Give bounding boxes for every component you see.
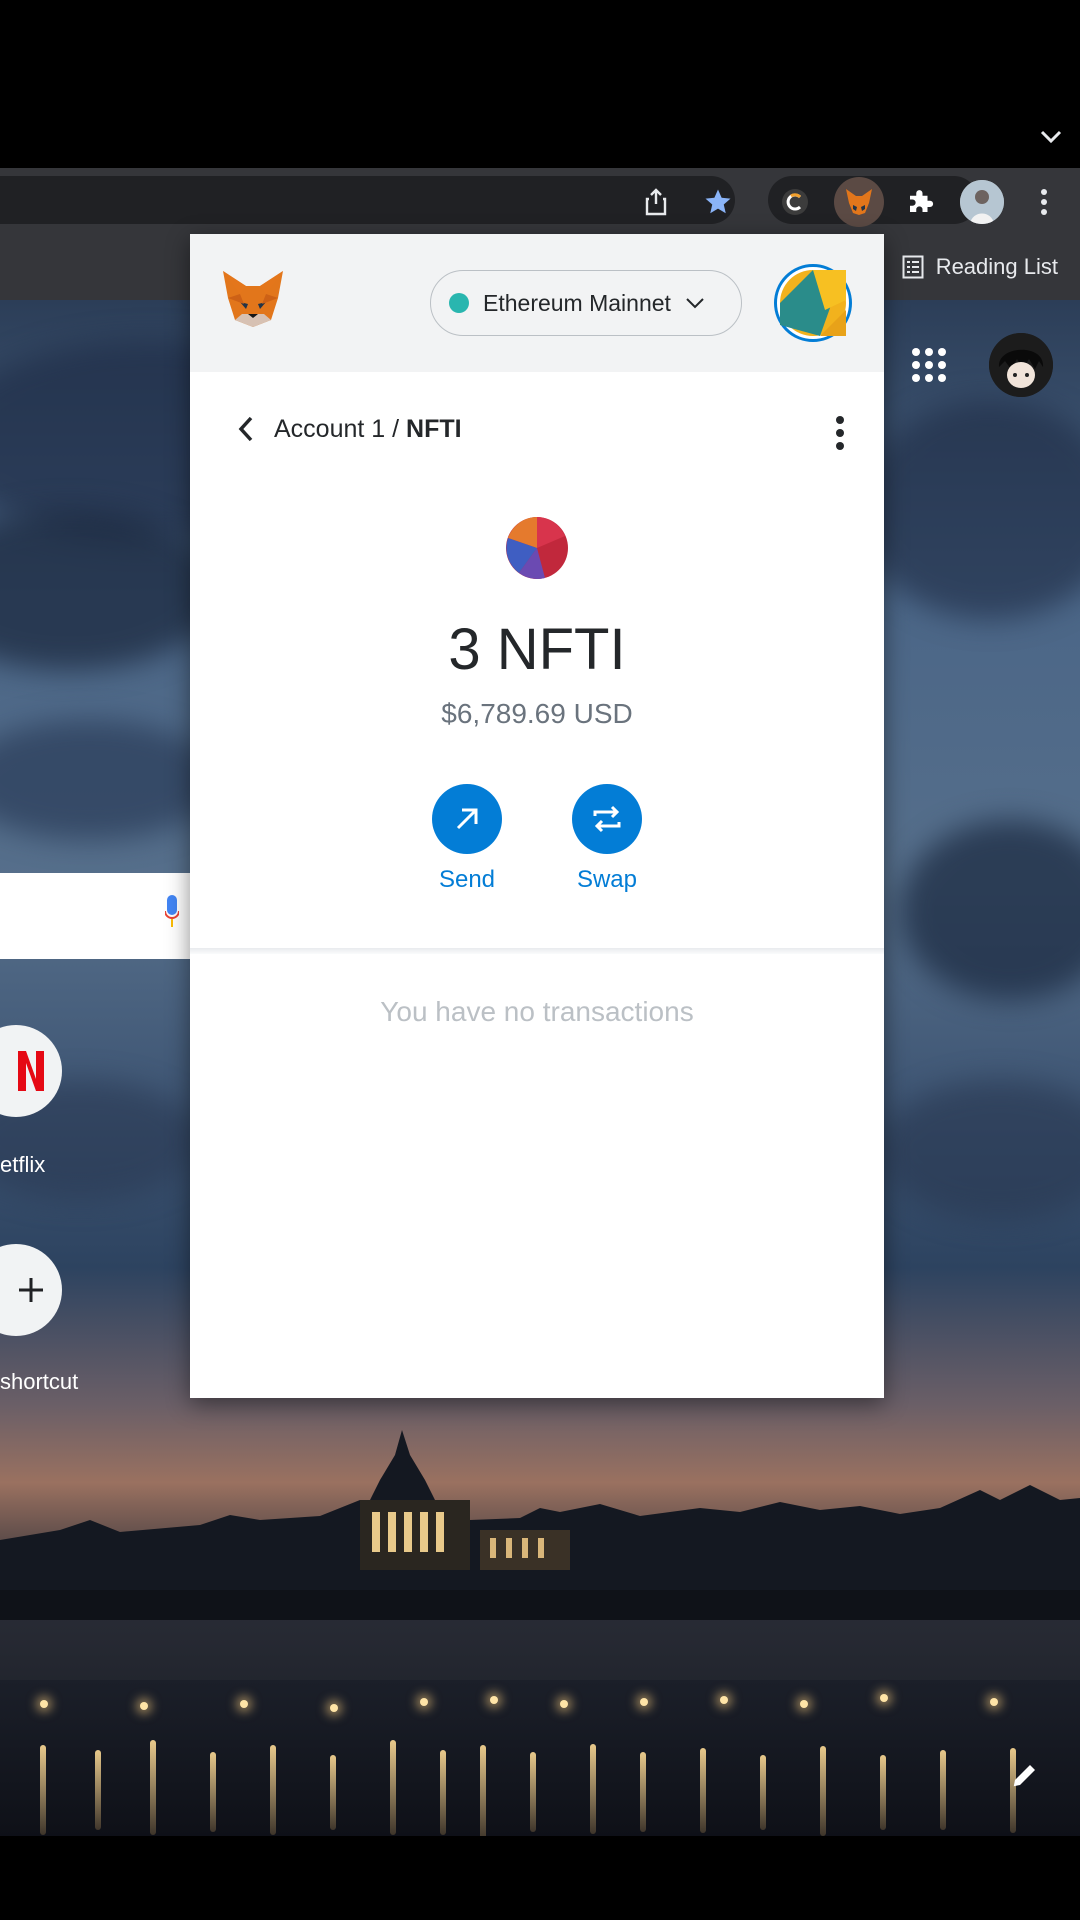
arrow-up-right-icon [456, 808, 478, 830]
metamask-popup: Ethereum Mainnet Account 1 / NFTI 3 NFTI… [190, 234, 884, 1398]
tab-search-chevron-icon[interactable] [1040, 120, 1062, 151]
token-balance: 3 NFTI [448, 617, 626, 682]
ntp-profile-avatar[interactable] [989, 333, 1053, 397]
swap-label: Swap [576, 866, 638, 893]
extension-c-icon[interactable] [777, 184, 813, 220]
star-icon[interactable] [700, 184, 736, 220]
swap-circle [572, 784, 642, 854]
customize-pencil-icon[interactable] [1010, 1760, 1040, 1790]
netflix-icon [18, 1051, 44, 1091]
back-arrow-icon[interactable] [234, 414, 260, 444]
reading-list-icon [902, 255, 924, 279]
reading-list-label: Reading List [935, 254, 1058, 279]
metamask-extension-icon[interactable] [834, 177, 884, 227]
share-icon[interactable] [638, 184, 674, 220]
breadcrumb-token: NFTI [406, 414, 462, 443]
network-name: Ethereum Mainnet [483, 289, 671, 316]
metamask-header: Ethereum Mainnet [190, 234, 884, 372]
reading-list-button[interactable]: Reading List [902, 254, 1058, 280]
empty-transactions-message: You have no transactions [380, 996, 694, 1027]
breadcrumb: Account 1 / NFTI [234, 414, 462, 444]
ntp-search-box[interactable] [0, 873, 190, 959]
shortcut-label: etflix [0, 1152, 46, 1177]
chevron-down-icon [686, 298, 704, 309]
shortcut-label: shortcut [0, 1369, 79, 1394]
network-status-dot [449, 293, 469, 313]
breadcrumb-account[interactable]: Account 1 / [274, 415, 406, 444]
swap-button[interactable]: Swap [562, 784, 652, 894]
river [0, 1680, 1080, 1836]
send-circle [432, 784, 502, 854]
puzzle-icon[interactable] [902, 184, 938, 220]
token-options-menu-icon[interactable] [834, 416, 846, 450]
mic-icon[interactable] [165, 895, 179, 929]
token-identicon [506, 517, 568, 579]
more-vert-icon[interactable] [1026, 184, 1062, 220]
send-button[interactable]: Send [422, 784, 512, 894]
address-bar[interactable] [0, 176, 735, 224]
profile-avatar[interactable] [960, 180, 1004, 224]
section-divider [190, 948, 884, 954]
metamask-fox-icon [223, 271, 283, 327]
network-selector[interactable]: Ethereum Mainnet [430, 270, 742, 336]
fiat-balance: $6,789.69 USD [441, 698, 633, 729]
google-apps-icon[interactable] [912, 348, 946, 382]
account-avatar[interactable] [774, 264, 852, 342]
send-label: Send [438, 866, 496, 893]
swap-icon [593, 805, 621, 833]
tab-strip [0, 0, 1080, 168]
city-skyline [0, 1430, 1080, 1620]
screen-bottom-bar [0, 1836, 1080, 1920]
plus-icon [19, 1278, 43, 1302]
